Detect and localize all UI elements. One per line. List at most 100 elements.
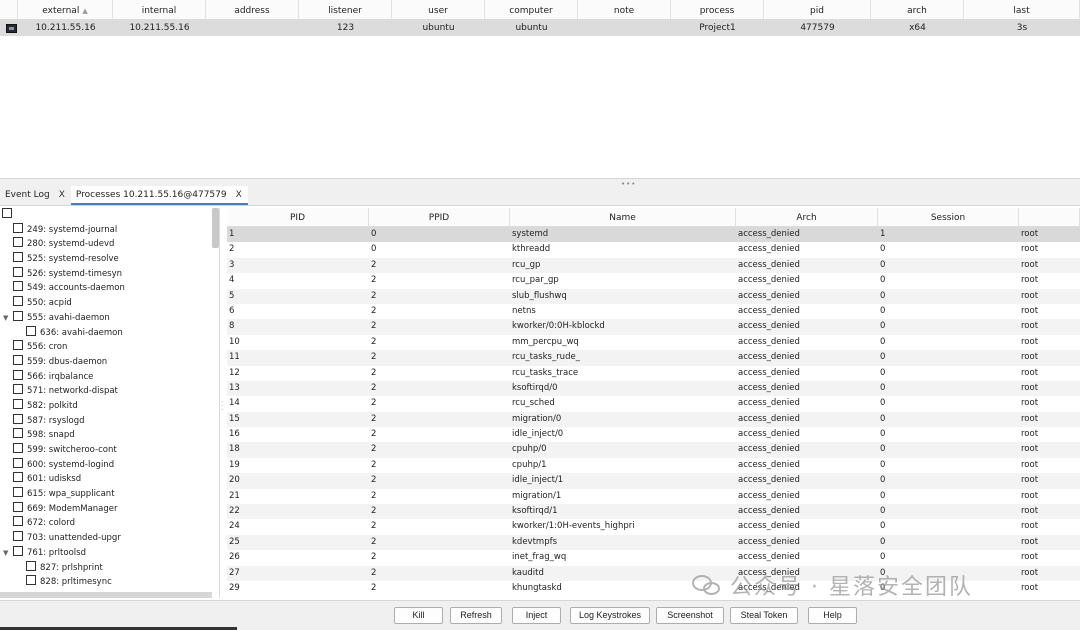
tree-item[interactable]: 556: cron — [0, 340, 219, 355]
table-row[interactable]: 1 0 systemd access_denied 1 root — [227, 227, 1080, 243]
tree-item[interactable]: 526: systemd-timesyn — [0, 266, 219, 282]
checkbox-icon[interactable] — [13, 501, 23, 512]
vertical-splitter-grip-icon[interactable]: · · · — [221, 399, 225, 414]
column-header-external[interactable]: external ▲ — [18, 0, 113, 20]
checkbox-icon[interactable] — [13, 252, 23, 263]
tree-item[interactable]: ▼ 555: avahi-daemon — [0, 310, 219, 326]
tree-item[interactable]: 598: snapd — [0, 428, 219, 443]
column-header-computer[interactable]: computer — [485, 0, 578, 20]
checkbox-icon[interactable] — [13, 457, 23, 468]
checkbox-icon[interactable] — [13, 222, 23, 233]
close-icon[interactable]: X — [59, 190, 65, 200]
tree-item[interactable]: 672: colord — [0, 516, 219, 531]
tree-item[interactable]: 525: systemd-resolve — [0, 252, 219, 267]
tree-horizontal-scrollbar[interactable] — [0, 592, 212, 598]
checkbox-icon[interactable] — [13, 354, 23, 365]
horizontal-splitter[interactable]: ••• — [0, 178, 1080, 188]
tree-item[interactable]: 615: wpa_supplicant — [0, 487, 219, 502]
checkbox-icon[interactable] — [13, 369, 23, 380]
column-header-address[interactable]: address — [206, 0, 299, 20]
checkbox-icon[interactable] — [13, 413, 23, 424]
checkbox-icon[interactable] — [13, 428, 23, 439]
tree-item[interactable]: 571: networkd-dispat — [0, 384, 219, 399]
checkbox-icon[interactable] — [13, 487, 23, 498]
column-header-name[interactable]: Name — [510, 208, 736, 227]
tree-item[interactable]: 827: prlshprint — [0, 560, 219, 576]
checkbox-icon[interactable] — [13, 281, 23, 292]
inject-button[interactable]: Inject — [512, 607, 561, 624]
tree-item[interactable]: 549: accounts-daemon — [0, 281, 219, 296]
checkbox-icon[interactable] — [26, 575, 36, 586]
session-row[interactable]: 10.211.55.16 10.211.55.16 123 ubuntu ubu… — [0, 20, 1080, 36]
table-row[interactable]: 20 2 idle_inject/1 access_denied 0 root — [227, 473, 1080, 489]
table-row[interactable]: 22 2 ksoftirqd/1 access_denied 0 root — [227, 504, 1080, 520]
table-row[interactable]: 24 2 kworker/1:0H-events_highpri access_den… — [227, 519, 1080, 535]
table-row[interactable]: 6 2 netns access_denied 0 root — [227, 303, 1080, 320]
table-row[interactable]: 19 2 cpuhp/1 access_denied 0 root — [227, 457, 1080, 474]
column-header-ppid[interactable]: PPID — [369, 208, 510, 227]
table-row[interactable]: 25 2 kdevtmpfs access_denied 0 root — [227, 534, 1080, 551]
tree-item[interactable]: 599: switcheroo-cont — [0, 443, 219, 458]
tree-item[interactable]: 636: avahi-daemon — [0, 325, 219, 341]
table-row[interactable]: 12 2 rcu_tasks_trace access_denied 0 root — [227, 365, 1080, 381]
tree-item[interactable] — [0, 208, 219, 223]
checkbox-icon[interactable] — [13, 296, 23, 307]
column-header-listener[interactable]: listener — [299, 0, 392, 20]
table-row[interactable]: 10 2 mm_percpu_wq access_denied 0 root — [227, 334, 1080, 351]
column-header-arch[interactable]: arch — [871, 0, 964, 20]
steal-token-button[interactable]: Steal Token — [730, 607, 798, 624]
kill-button[interactable]: Kill — [394, 607, 443, 624]
checkbox-icon[interactable] — [13, 398, 23, 409]
close-icon[interactable]: X — [236, 190, 242, 200]
tree-item[interactable]: 587: rsyslogd — [0, 413, 219, 429]
column-header-note[interactable]: note — [578, 0, 671, 20]
tree-item[interactable]: 249: systemd-journal — [0, 222, 219, 238]
column-header-user[interactable]: user — [392, 0, 485, 20]
checkbox-icon[interactable] — [13, 443, 23, 453]
table-row[interactable]: 13 2 ksoftirqd/0 access_denied 0 root — [227, 380, 1080, 397]
tree-item[interactable]: 550: acpid — [0, 296, 219, 311]
table-row[interactable]: 11 2 rcu_tasks_rude_ access_denied 0 root — [227, 350, 1080, 366]
tree-item[interactable]: 600: systemd-logind — [0, 457, 219, 473]
checkbox-icon[interactable] — [13, 545, 23, 556]
checkbox-icon[interactable] — [13, 531, 23, 542]
expand-arrow-icon[interactable]: ▼ — [3, 546, 8, 561]
tree-item[interactable]: 559: dbus-daemon — [0, 354, 219, 370]
screenshot-button[interactable]: Screenshot — [656, 607, 724, 624]
checkbox-icon[interactable] — [26, 325, 36, 336]
tree-item[interactable]: 280: systemd-udevd — [0, 237, 219, 252]
column-header-pid[interactable]: PID — [227, 208, 369, 227]
table-row[interactable]: 21 2 migration/1 access_denied 0 root — [227, 488, 1080, 505]
column-header-arch[interactable]: Arch — [736, 208, 878, 227]
table-row[interactable]: 2 0 kthreadd access_denied 0 root — [227, 242, 1080, 258]
tree-item[interactable]: 703: unattended-upgr — [0, 531, 219, 546]
tree-scrollbar[interactable] — [212, 208, 219, 248]
column-header-icon[interactable] — [0, 0, 18, 20]
checkbox-icon[interactable] — [13, 310, 23, 321]
checkbox-icon[interactable] — [13, 516, 23, 527]
table-row[interactable]: 16 2 idle_inject/0 access_denied 0 root — [227, 427, 1080, 443]
checkbox-icon[interactable] — [13, 472, 23, 483]
column-header-process[interactable]: process — [671, 0, 764, 20]
table-row[interactable]: 26 2 inet_frag_wq access_denied 0 root — [227, 550, 1080, 566]
tree-item[interactable]: 566: irqbalance — [0, 369, 219, 385]
column-header-internal[interactable]: internal — [113, 0, 206, 20]
table-row[interactable]: 3 2 rcu_gp access_denied 0 root — [227, 257, 1080, 274]
tree-item[interactable]: 601: udisksd — [0, 472, 219, 487]
tree-item[interactable]: ▼ 761: prltoolsd — [0, 545, 219, 561]
checkbox-icon[interactable] — [13, 237, 23, 248]
tab-event-log[interactable]: Event Log X — [0, 186, 71, 205]
checkbox-icon[interactable] — [2, 208, 12, 218]
table-row[interactable]: 14 2 rcu_sched access_denied 0 root — [227, 396, 1080, 412]
tree-item[interactable]: 582: polkitd — [0, 398, 219, 414]
table-row[interactable]: 8 2 kworker/0:0H-kblockd access_denied 0 root — [227, 319, 1080, 335]
tree-item[interactable]: 669: ModemManager — [0, 501, 219, 517]
tab-processes[interactable]: Processes 10.211.55.16@477579 X — [70, 186, 248, 205]
expand-arrow-icon[interactable]: ▼ — [3, 311, 8, 326]
checkbox-icon[interactable] — [13, 384, 23, 395]
checkbox-icon[interactable] — [26, 560, 36, 571]
table-row[interactable]: 4 2 rcu_par_gp access_denied 0 root — [227, 273, 1080, 289]
column-header-user[interactable] — [1019, 208, 1080, 227]
table-row[interactable]: 15 2 migration/0 access_denied 0 root — [227, 411, 1080, 428]
refresh-button[interactable]: Refresh — [450, 607, 502, 624]
